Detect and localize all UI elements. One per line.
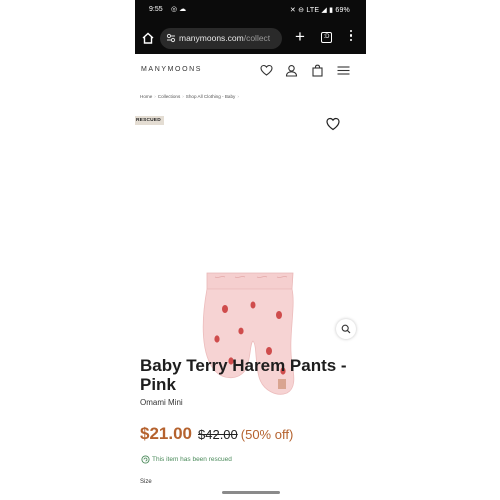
home-button[interactable] [141, 31, 155, 45]
home-icon [142, 32, 154, 44]
breadcrumb-current[interactable]: Shop All Clothing - Baby [186, 94, 236, 99]
rescued-note: This item has been rescued [141, 455, 232, 464]
heart-icon [326, 117, 340, 131]
status-bar: 9:55 ◎ ☁ ✕ ⊖ LTE ◢ ▮ 69% [135, 0, 366, 22]
breadcrumb: Home › Collections › Shop All Clothing - Bab… [140, 94, 239, 99]
breadcrumb-collections[interactable]: Collections [158, 94, 180, 99]
original-price: $42.00 [198, 427, 238, 442]
magnifier-icon [341, 324, 351, 334]
discount-label: (50% off) [240, 427, 294, 442]
account-icon[interactable] [285, 64, 298, 77]
size-label: Size [140, 479, 152, 485]
tab-switcher-button[interactable]: :D [321, 32, 332, 43]
site-header: MANYMOONS [135, 54, 366, 86]
browser-toolbar: manymoons.com/collect + :D [135, 22, 366, 54]
status-notification-icons: ◎ ☁ [171, 5, 186, 13]
rescued-badge: RESCUED [135, 116, 164, 125]
url-host: manymoons.com [179, 33, 244, 43]
battery-icon: ▮ [329, 7, 334, 14]
sale-price: $21.00 [140, 424, 192, 443]
rescued-note-text: This item has been rescued [152, 456, 232, 464]
wishlist-heart-icon[interactable] [260, 64, 273, 77]
site-logo[interactable]: MANYMOONS [141, 66, 202, 73]
site-settings-icon[interactable] [166, 33, 176, 43]
mute-icon: ✕ [289, 7, 296, 14]
product-image[interactable] [135, 115, 361, 395]
url-text: manymoons.com/collect [179, 33, 270, 43]
favorite-button[interactable] [325, 116, 341, 132]
battery-level: 69% [335, 7, 350, 14]
price-row: $21.00 $42.00 (50% off) [140, 424, 293, 444]
product-brand[interactable]: Omami Mini [140, 398, 183, 407]
signal-icon: ◢ [321, 7, 327, 14]
product-title: Baby Terry Harem Pants - Pink [140, 356, 347, 394]
zoom-button[interactable] [336, 319, 356, 339]
status-time: 9:55 [149, 6, 163, 13]
address-bar[interactable]: manymoons.com/collect [160, 28, 282, 49]
cloud-icon: ☁ [179, 6, 187, 13]
network-type: LTE [306, 7, 320, 14]
gesture-bar[interactable] [222, 491, 280, 494]
instagram-icon: ◎ [171, 6, 178, 13]
shopping-bag-icon[interactable] [311, 64, 324, 77]
phone-screen: 9:55 ◎ ☁ ✕ ⊖ LTE ◢ ▮ 69% manymoons.com/c… [135, 0, 366, 500]
recycle-icon [141, 455, 150, 464]
breadcrumb-home[interactable]: Home [140, 94, 152, 99]
hamburger-menu-icon[interactable] [337, 64, 350, 77]
status-right: ✕ ⊖ LTE ◢ ▮ 69% [290, 6, 350, 14]
new-tab-button[interactable]: + [290, 26, 310, 48]
dnd-icon: ⊖ [298, 7, 305, 14]
url-path: /collect [243, 33, 271, 43]
browser-menu-button[interactable] [348, 30, 354, 44]
